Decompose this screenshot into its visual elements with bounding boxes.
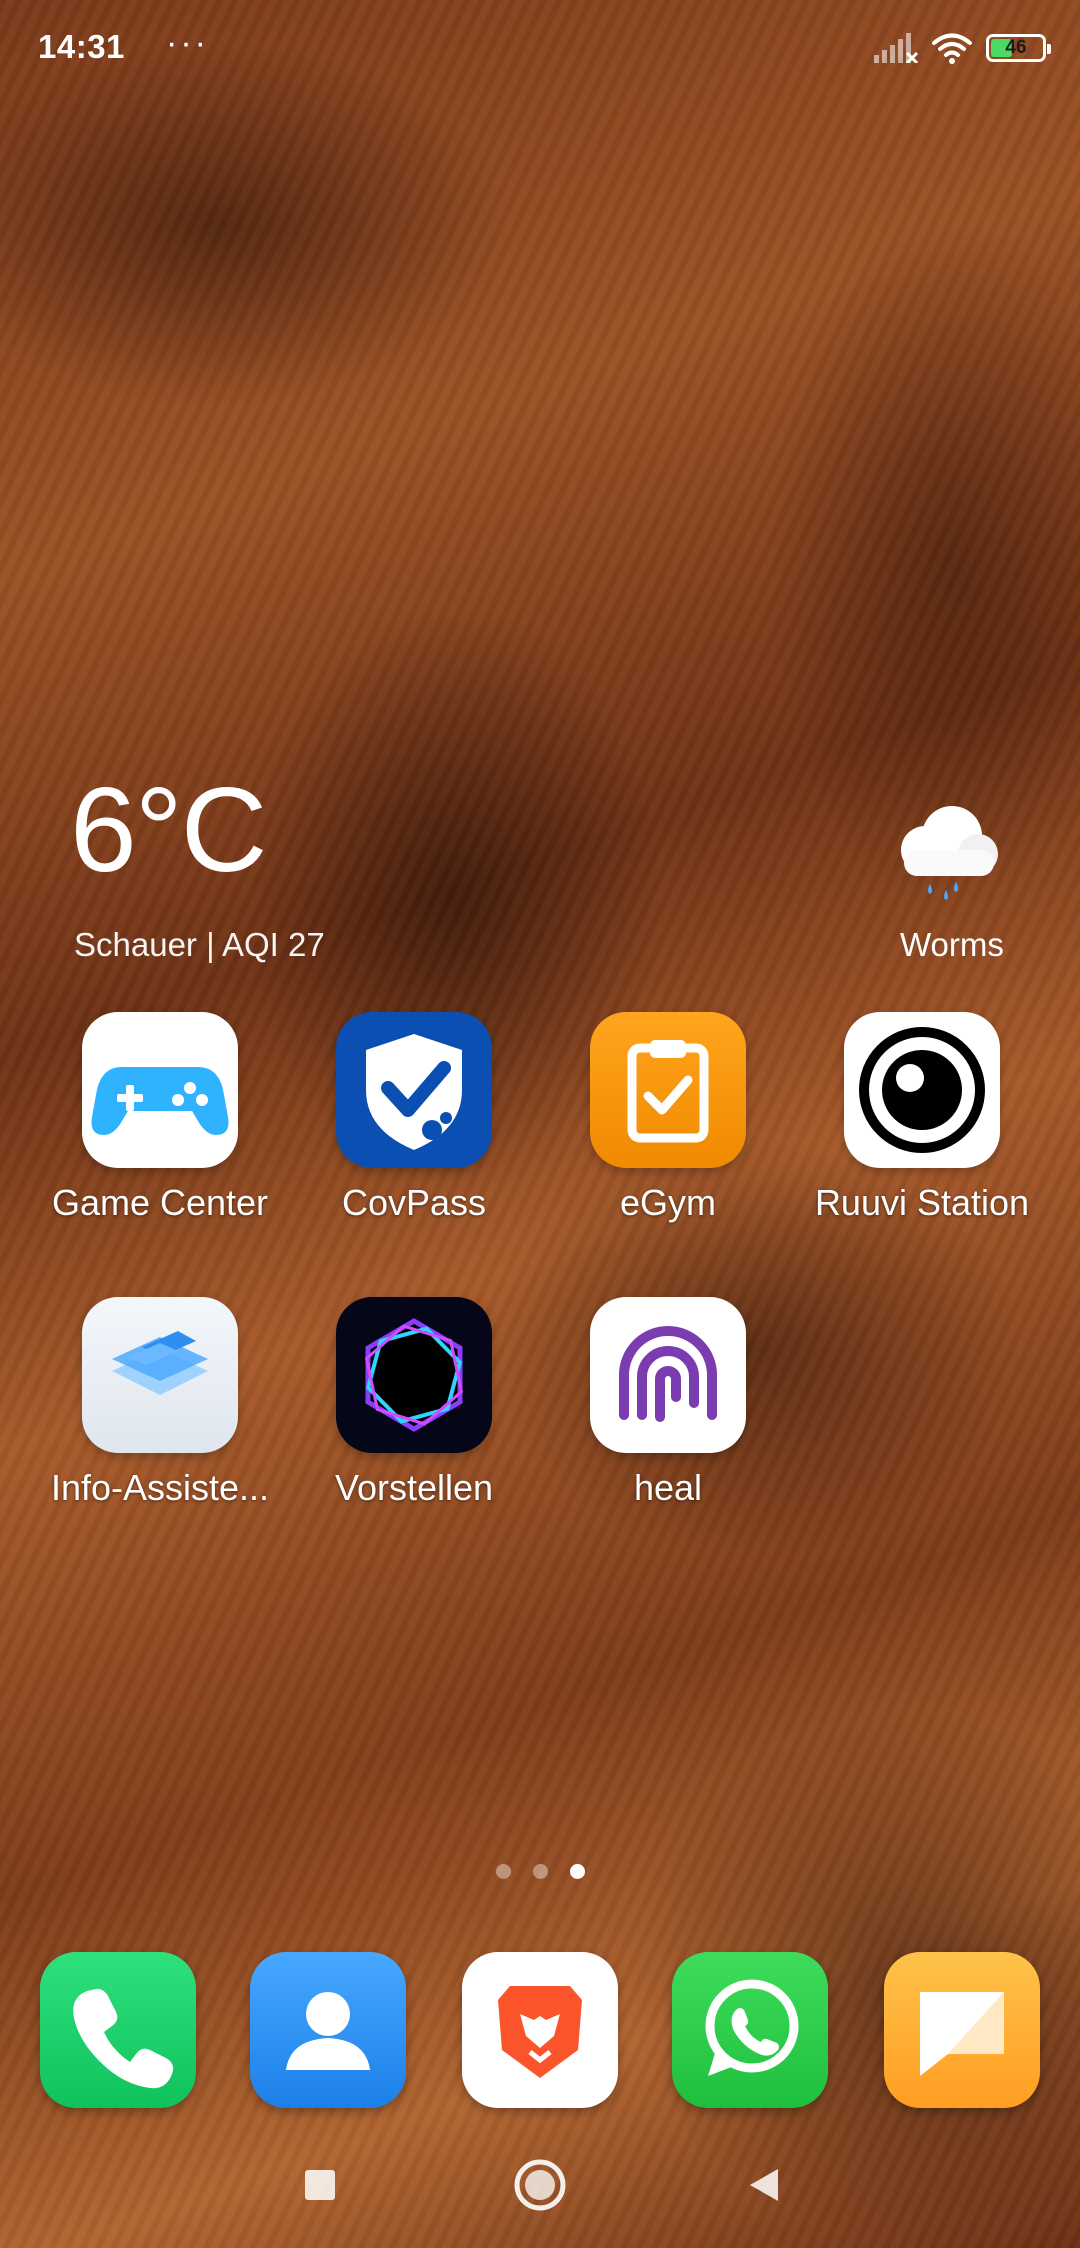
- dock-phone[interactable]: [40, 1952, 196, 2108]
- page-dot[interactable]: [495, 1864, 511, 1879]
- app-covpass[interactable]: CovPass: [294, 1012, 534, 1224]
- home-circle-icon: [514, 2159, 566, 2211]
- dock-contacts[interactable]: [250, 1952, 406, 2108]
- whatsapp-icon: [705, 1979, 799, 2076]
- weather-temperature[interactable]: 6°C: [70, 770, 267, 890]
- battery-level: 46: [1005, 37, 1027, 58]
- app-label: Vorstellen: [334, 1467, 494, 1508]
- app-label: Game Center: [51, 1182, 269, 1223]
- layers-icon: [82, 1297, 238, 1453]
- status-icons: 46: [874, 28, 1051, 68]
- page-dot-active[interactable]: [569, 1864, 585, 1879]
- app-vorstellen[interactable]: Vorstellen: [294, 1297, 534, 1509]
- recents-button[interactable]: [280, 2150, 360, 2220]
- more-notifications-icon: ···: [166, 24, 209, 62]
- phone-icon: [73, 1988, 174, 2089]
- dock-whatsapp[interactable]: [672, 1952, 828, 2108]
- wifi-icon: [932, 33, 972, 64]
- weather-description[interactable]: Schauer | AQI 27: [74, 926, 325, 964]
- app-info-assistent[interactable]: Info-Assiste...: [40, 1297, 280, 1509]
- app-heal[interactable]: heal: [548, 1297, 788, 1509]
- app-label: eGym: [619, 1182, 716, 1223]
- gamepad-icon: [82, 1012, 238, 1168]
- app-label: CovPass: [341, 1182, 487, 1223]
- brave-lion-icon: [498, 1986, 582, 2078]
- status-bar: 14:31 ··· 46: [0, 0, 1080, 96]
- hexagon-ring-icon: [336, 1297, 492, 1453]
- messages-icon: [920, 1992, 1004, 2076]
- status-time: 14:31: [38, 28, 125, 65]
- signal-icon: [874, 33, 918, 63]
- rain-cloud-icon[interactable]: [880, 792, 1010, 922]
- app-label: heal: [633, 1467, 703, 1508]
- fingerprint-arcs-icon: [590, 1297, 746, 1453]
- back-triangle-icon: [750, 2169, 778, 2201]
- app-ruuvi-station[interactable]: Ruuvi Station: [802, 1012, 1042, 1224]
- weather-city[interactable]: Worms: [900, 926, 1004, 964]
- home-button[interactable]: [500, 2150, 580, 2220]
- app-game-center[interactable]: Game Center: [40, 1012, 280, 1224]
- page-indicator: [0, 1864, 1080, 1879]
- recents-square-icon: [305, 2170, 335, 2200]
- shield-check-icon: [336, 1012, 492, 1168]
- dock-messages[interactable]: [884, 1952, 1040, 2108]
- ruuvi-eye-icon: [844, 1012, 1000, 1168]
- contacts-icon: [286, 1992, 370, 2070]
- clipboard-check-icon: [590, 1012, 746, 1168]
- app-label: Info-Assiste...: [50, 1467, 270, 1508]
- app-label: Ruuvi Station: [814, 1182, 1030, 1223]
- dock-brave-browser[interactable]: [462, 1952, 618, 2108]
- app-egym[interactable]: eGym: [548, 1012, 788, 1224]
- battery-icon: 46: [986, 34, 1051, 62]
- page-dot[interactable]: [532, 1864, 548, 1879]
- back-button[interactable]: [724, 2150, 804, 2220]
